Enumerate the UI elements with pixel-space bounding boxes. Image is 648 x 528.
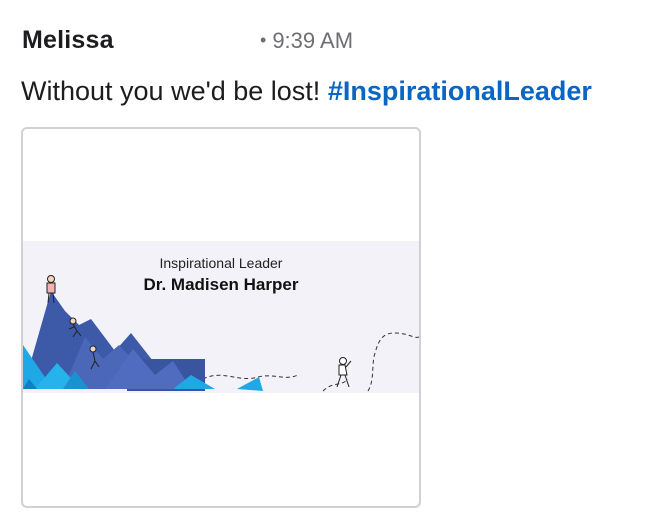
- message-header: Melissa • 9:39 AM: [22, 26, 622, 58]
- chat-message: Melissa • 9:39 AM Without you we'd be los…: [0, 0, 648, 528]
- message-timestamp: • 9:39 AM: [260, 28, 353, 54]
- author-name[interactable]: Melissa: [22, 26, 114, 55]
- message-text: Without you we'd be lost! #Inspirational…: [21, 76, 592, 107]
- banner-title: Dr. Madisen Harper: [143, 275, 299, 294]
- hashtag-link[interactable]: #InspirationalLeader: [328, 76, 592, 106]
- kudos-card[interactable]: Inspirational Leader Dr. Madisen Harper: [21, 127, 421, 508]
- message-body: Without you we'd be lost!: [21, 76, 328, 106]
- time-label: 9:39 AM: [272, 28, 354, 53]
- kudos-banner: Inspirational Leader Dr. Madisen Harper: [23, 241, 419, 393]
- time-separator: •: [260, 30, 267, 50]
- banner-subtitle: Inspirational Leader: [159, 255, 283, 271]
